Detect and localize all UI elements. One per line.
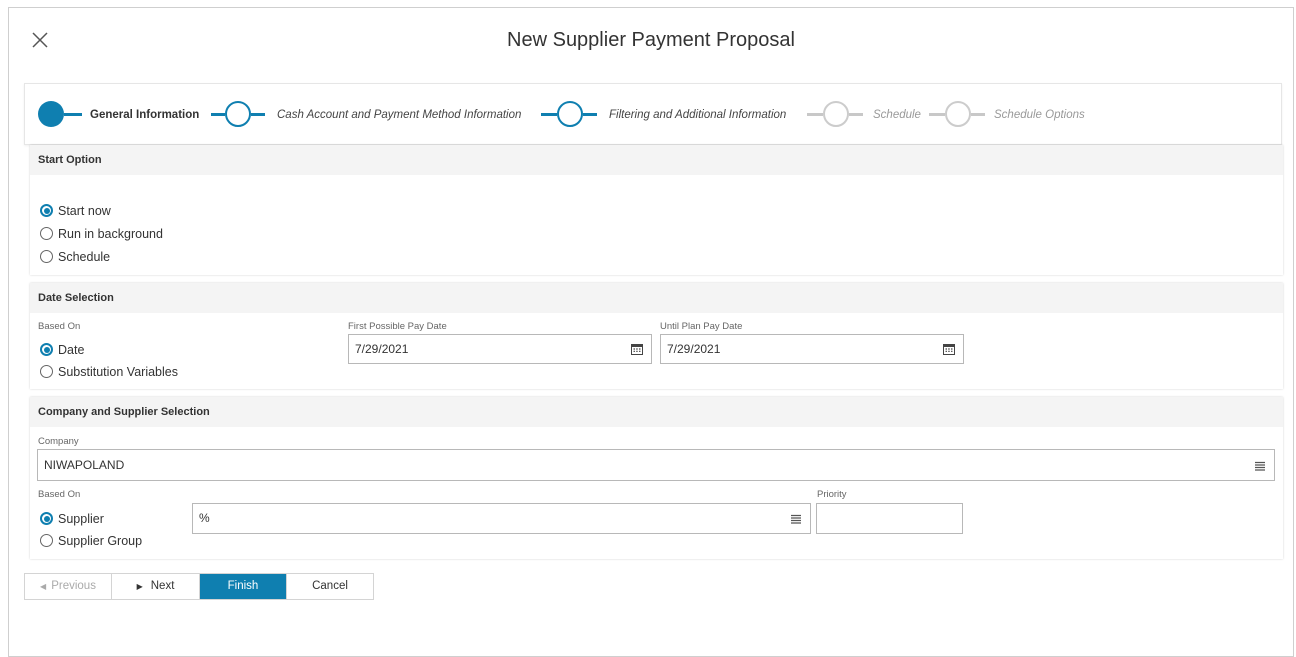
radio-label: Supplier Group xyxy=(58,534,143,548)
radio-unselected-icon xyxy=(40,250,53,263)
step-connector xyxy=(807,113,823,116)
company-label: Company xyxy=(38,436,79,447)
radio-run-in-background[interactable]: Run in background xyxy=(40,225,163,243)
step-connector xyxy=(251,113,265,116)
radio-unselected-icon xyxy=(40,227,53,240)
radio-label: Schedule xyxy=(58,250,111,264)
step-2-indicator[interactable] xyxy=(225,101,251,127)
radio-label: Date xyxy=(58,343,85,357)
input-value: 7/29/2021 xyxy=(355,342,409,356)
radio-substitution-variables[interactable]: Substitution Variables xyxy=(40,363,178,381)
step-3-indicator[interactable] xyxy=(557,101,583,127)
priority-label: Priority xyxy=(817,489,847,500)
input-value: NIWAPOLAND xyxy=(44,458,125,472)
company-supplier-section: Company and Supplier Selection Company N… xyxy=(30,397,1283,559)
calendar-icon[interactable] xyxy=(631,343,643,355)
radio-schedule[interactable]: Schedule xyxy=(40,248,110,266)
radio-label: Run in background xyxy=(58,227,163,241)
radio-date[interactable]: Date xyxy=(40,341,84,359)
button-label: Finish xyxy=(227,580,259,592)
first-pay-date-label: First Possible Pay Date xyxy=(348,321,447,332)
step-5-label: Schedule Options xyxy=(994,109,1085,121)
input-value: 7/29/2021 xyxy=(667,342,721,356)
previous-button: ◀ Previous xyxy=(25,574,111,599)
radio-selected-icon xyxy=(40,204,53,217)
step-connector xyxy=(849,113,863,116)
radio-label: Substitution Variables xyxy=(58,365,178,379)
supplier-input[interactable]: % xyxy=(192,503,811,534)
step-connector xyxy=(583,113,597,116)
step-4-label: Schedule xyxy=(873,109,921,121)
radio-supplier-group[interactable]: Supplier Group xyxy=(40,532,142,550)
step-3-label[interactable]: Filtering and Additional Information xyxy=(609,109,786,121)
section-header: Company and Supplier Selection xyxy=(30,397,1283,427)
input-value: % xyxy=(199,511,210,525)
list-icon[interactable] xyxy=(790,513,802,525)
radio-label: Supplier xyxy=(58,512,104,526)
finish-button[interactable]: Finish xyxy=(199,574,286,599)
priority-input[interactable] xyxy=(816,503,963,534)
dialog-title: New Supplier Payment Proposal xyxy=(507,29,795,51)
caret-left-icon: ◀ xyxy=(40,582,47,591)
cancel-button[interactable]: Cancel xyxy=(286,574,373,599)
step-connector xyxy=(211,113,225,116)
button-label: Cancel xyxy=(312,580,348,592)
radio-supplier[interactable]: Supplier xyxy=(40,510,104,528)
first-pay-date-input[interactable]: 7/29/2021 xyxy=(348,334,652,364)
radio-unselected-icon xyxy=(40,365,53,378)
company-input[interactable]: NIWAPOLAND xyxy=(37,449,1275,481)
calendar-icon[interactable] xyxy=(943,343,955,355)
step-5-indicator xyxy=(945,101,971,127)
start-option-section: Start Option Start now Run in background… xyxy=(30,145,1283,275)
step-2-label[interactable]: Cash Account and Payment Method Informat… xyxy=(277,109,521,121)
radio-selected-icon xyxy=(40,343,53,356)
list-icon[interactable] xyxy=(1254,460,1266,472)
based-on-label: Based On xyxy=(38,321,81,332)
wizard-button-bar: ◀ Previous ▶ Next Finish Cancel xyxy=(24,573,374,600)
step-connector xyxy=(541,113,557,116)
button-label: Next xyxy=(150,580,175,592)
radio-label: Start now xyxy=(58,204,111,218)
until-plan-date-input[interactable]: 7/29/2021 xyxy=(660,334,964,364)
section-header: Date Selection xyxy=(30,283,1283,313)
step-4-indicator xyxy=(823,101,849,127)
wizard-stepper: General Information Cash Account and Pay… xyxy=(24,83,1282,145)
step-connector xyxy=(971,113,985,116)
caret-right-icon: ▶ xyxy=(136,582,143,591)
date-selection-section: Date Selection Based On Date Substitutio… xyxy=(30,283,1283,389)
radio-selected-icon xyxy=(40,512,53,525)
next-button[interactable]: ▶ Next xyxy=(111,574,199,599)
step-1-indicator[interactable] xyxy=(38,101,64,127)
button-label: Previous xyxy=(51,580,96,592)
until-plan-date-label: Until Plan Pay Date xyxy=(660,321,743,332)
radio-start-now[interactable]: Start now xyxy=(40,202,111,220)
step-1-label[interactable]: General Information xyxy=(90,109,199,121)
section-header: Start Option xyxy=(30,145,1283,175)
step-connector xyxy=(929,113,945,116)
step-connector xyxy=(64,113,82,116)
based-on-label: Based On xyxy=(38,489,81,500)
radio-unselected-icon xyxy=(40,534,53,547)
dialog-frame: New Supplier Payment Proposal General In… xyxy=(8,7,1294,657)
